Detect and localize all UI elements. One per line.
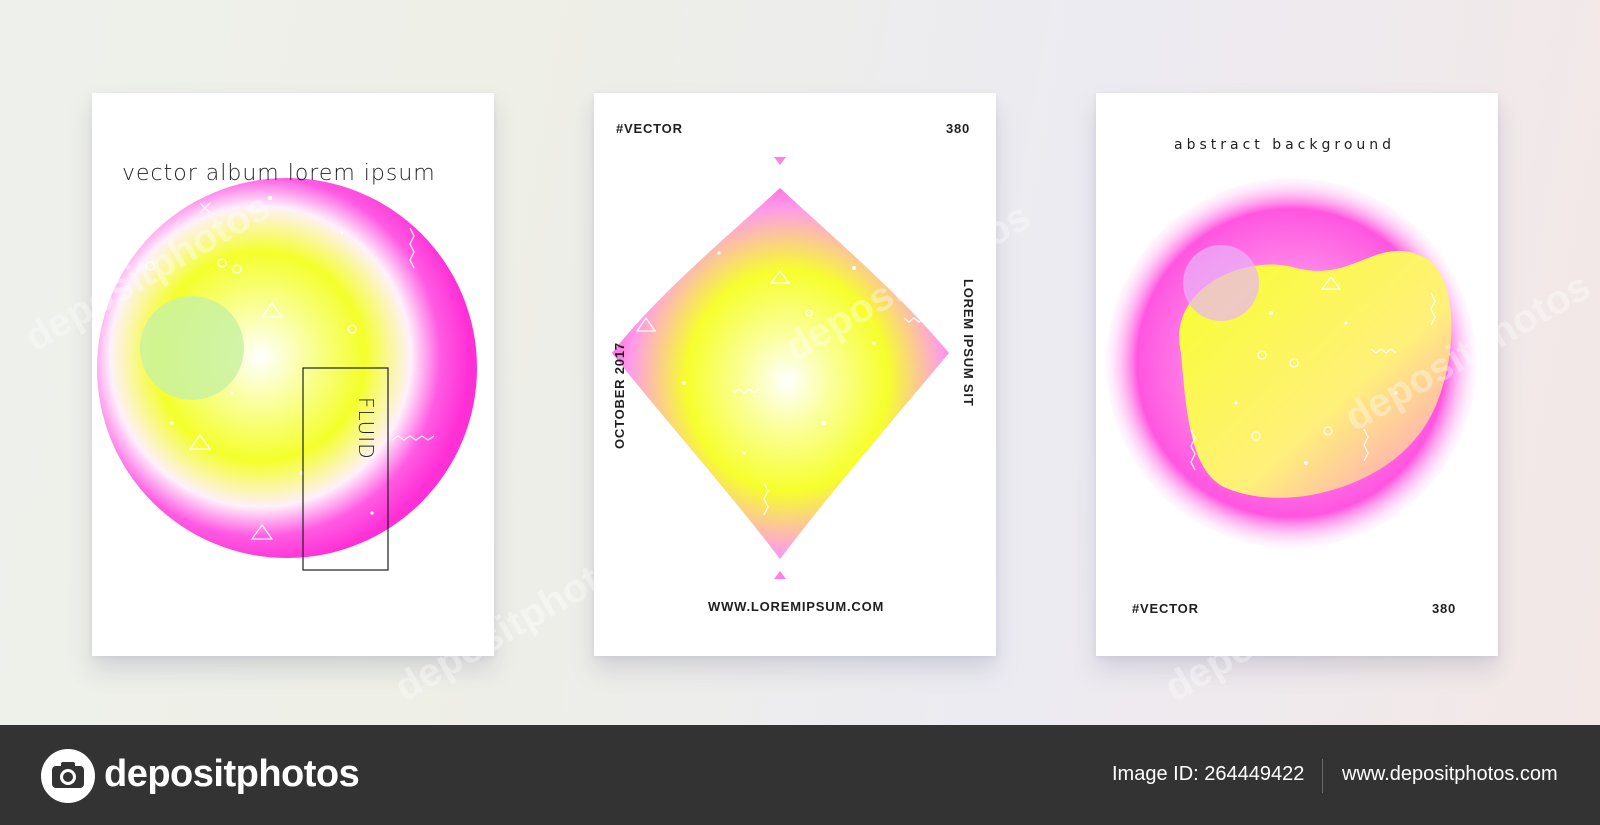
camera-logo-icon[interactable] <box>40 748 96 804</box>
image-id-label: Image ID: 264449422 <box>1112 763 1305 785</box>
lorem-vertical-text: LOREM IPSUM SIT <box>961 279 976 407</box>
poster-url: WWW.LOREMIPSUM.COM <box>708 599 885 614</box>
album-title: vector album lorem ipsum <box>122 161 436 186</box>
poster-vector-diamond: #VECTOR 380 OCTOBER 2017 LOREM IPSUM SIT… <box>594 93 996 656</box>
brand-name[interactable]: depositphotos <box>104 753 360 796</box>
poster-number: 380 <box>1432 601 1457 616</box>
poster-number: 380 <box>946 121 971 136</box>
vector-tag: #VECTOR <box>1132 601 1199 616</box>
footer-divider <box>1322 759 1323 793</box>
fluid-blob-art <box>1106 178 1476 548</box>
fluid-diamond-art <box>612 157 949 579</box>
poster-abstract-background: abstract background #VECTOR 380 <box>1096 93 1498 656</box>
date-vertical-text: OCTOBER 2017 <box>612 342 627 449</box>
site-link[interactable]: www.depositphotos.com <box>1342 763 1558 786</box>
vector-tag: #VECTOR <box>616 121 683 136</box>
fluid-vertical-text: FLUID <box>354 397 378 460</box>
abstract-title: abstract background <box>1174 137 1396 153</box>
footer-bar: depositphotos Image ID: 264449422 www.de… <box>0 725 1600 825</box>
poster-vector-album: vector album lorem ipsum FLUID <box>92 93 494 656</box>
